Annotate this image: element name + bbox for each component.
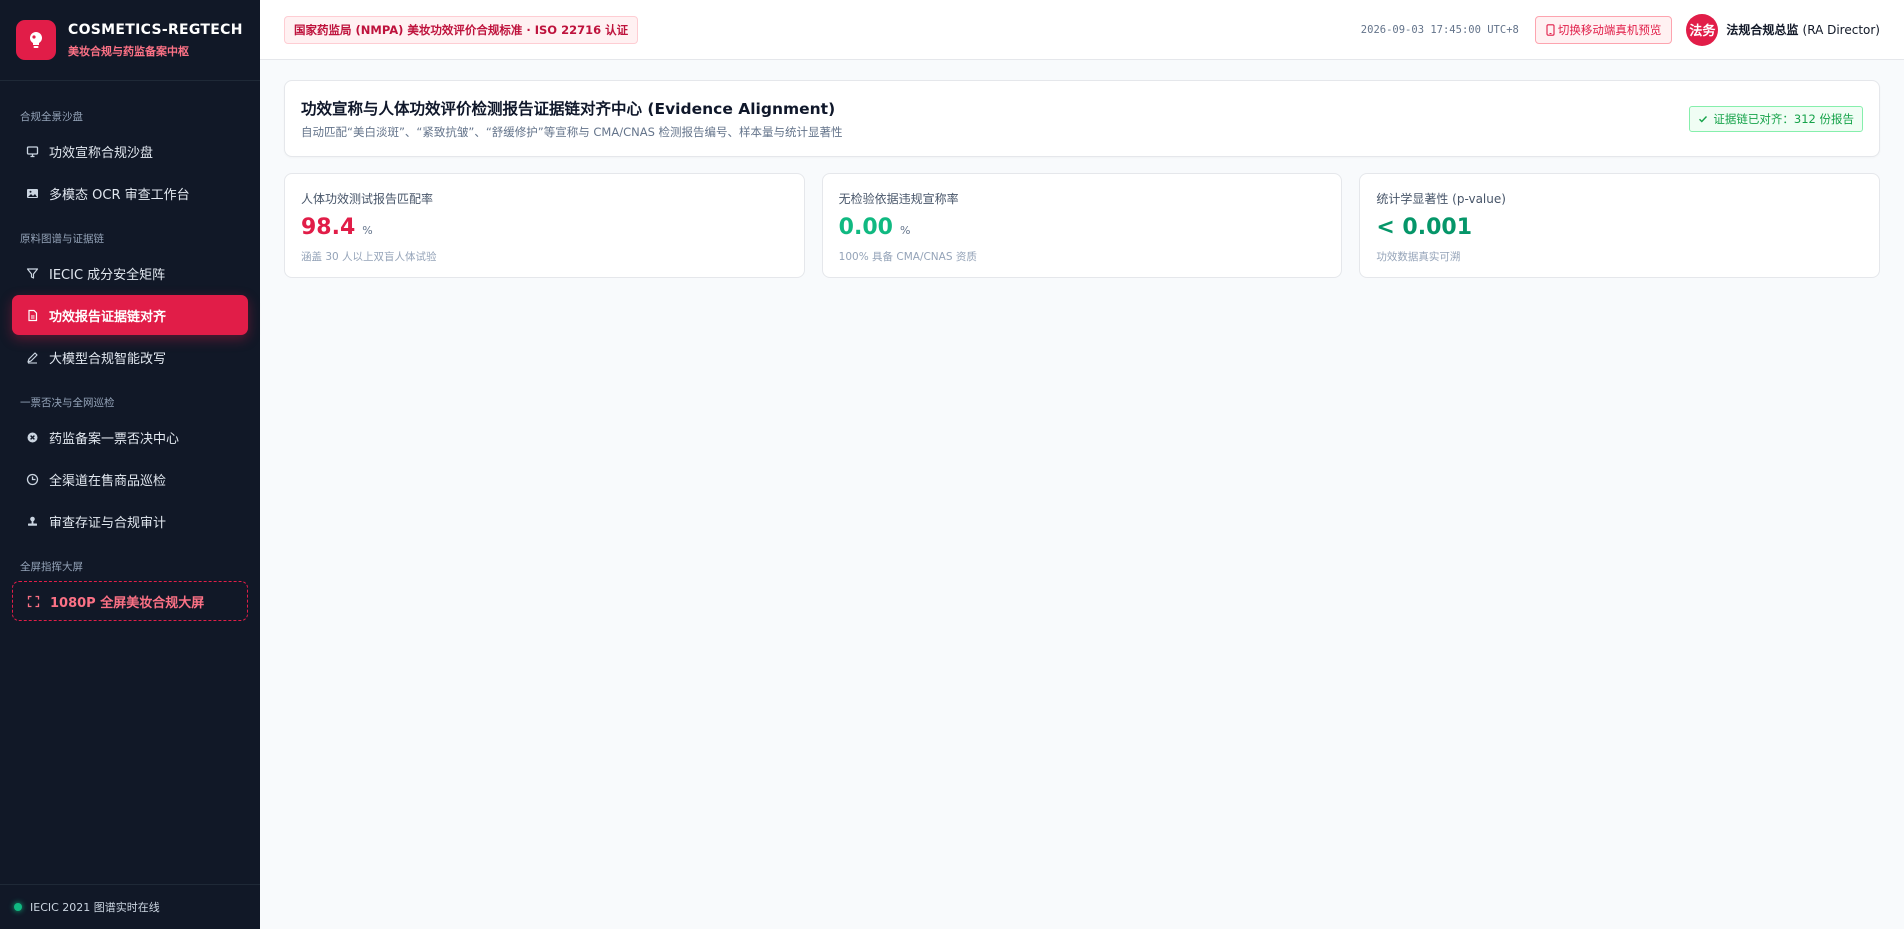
kpi-value: 0.00	[838, 215, 893, 240]
fullscreen-icon	[26, 594, 40, 608]
kpi-card-p-value: 统计学显著性 (p-value) < 0.001 功效数据真实可溯	[1359, 173, 1881, 278]
sidebar-item-claim-sandbox[interactable]: 功效宣称合规沙盘	[12, 131, 248, 171]
sidebar-item-label: 功效宣称合规沙盘	[49, 145, 154, 161]
page-title: 功效宣称与人体功效评价检测报告证据链对齐中心 (Evidence Alignme…	[301, 100, 836, 118]
sidebar-item-label: 全渠道在售商品巡检	[49, 473, 167, 489]
sidebar-item-channel-patrol[interactable]: 全渠道在售商品巡检	[12, 459, 248, 499]
sidebar-item-label: 1080P 全屏美妆合规大屏	[50, 595, 205, 611]
top-header: 国家药监局 (NMPA) 美妆功效评价合规标准 · ISO 22716 认证 2…	[260, 0, 1904, 60]
user-name[interactable]: 法规合规总监 (RA Director)	[1726, 21, 1880, 38]
sidebar-item-llm-rewrite[interactable]: 大模型合规智能改写	[12, 337, 248, 377]
sidebar-item-audit[interactable]: 审查存证与合规审计	[12, 501, 248, 541]
sidebar-item-label: 功效报告证据链对齐	[49, 309, 167, 325]
x-circle-icon	[25, 430, 39, 444]
sidebar-item-label: IECIC 成分安全矩阵	[49, 267, 166, 283]
sidebar-item-ocr-workbench[interactable]: 多模态 OCR 审查工作台	[12, 173, 248, 213]
cert-badge: 国家药监局 (NMPA) 美妆功效评价合规标准 · ISO 22716 认证	[284, 15, 639, 44]
status-badge: 证据链已对齐：312 份报告	[1689, 105, 1863, 132]
kpi-value: 98.4	[301, 215, 356, 240]
page-subtitle: 自动匹配“美白淡斑”、“紧致抗皱”、“舒缓修护”等宣称与 CMA/CNAS 检测…	[301, 125, 843, 139]
sidebar-item-iecic-matrix[interactable]: IECIC 成分安全矩阵	[12, 253, 248, 293]
pen-icon	[25, 350, 39, 364]
nav-section-title: 合规全景沙盘	[20, 111, 83, 123]
sidebar-item-label: 药监备案一票否决中心	[49, 431, 180, 447]
image-icon	[25, 186, 39, 200]
sidebar-item-fullscreen-dashboard[interactable]: 1080P 全屏美妆合规大屏	[12, 581, 248, 621]
kpi-note: 100% 具备 CMA/CNAS 资质	[838, 251, 977, 263]
online-status-icon	[14, 903, 22, 911]
sidebar-item-evidence-alignment[interactable]: 功效报告证据链对齐	[12, 295, 248, 335]
brand-logo-icon	[16, 20, 56, 60]
kpi-note: 涵盖 30 人以上双盲人体试验	[301, 251, 437, 263]
kpi-label: 人体功效测试报告匹配率	[301, 192, 434, 206]
nav-section-title: 全屏指挥大屏	[20, 561, 83, 573]
brand-subtitle: 美妆合规与药监备案中枢	[68, 44, 189, 58]
sidebar-item-label: 审查存证与合规审计	[49, 515, 167, 531]
user-role: (RA Director)	[1802, 23, 1880, 37]
avatar[interactable]: 法务	[1686, 13, 1719, 46]
evidence-alignment-panel: 功效宣称与人体功效评价检测报告证据链对齐中心 (Evidence Alignme…	[284, 80, 1880, 157]
sidebar-item-label: 多模态 OCR 审查工作台	[49, 187, 190, 203]
stamp-icon	[25, 514, 39, 528]
filter-icon	[25, 266, 39, 280]
main-content: 功效宣称与人体功效评价检测报告证据链对齐中心 (Evidence Alignme…	[284, 80, 1881, 278]
nav-section-title: 一票否决与全网巡检	[20, 397, 115, 409]
kpi-value: < 0.001	[1376, 215, 1473, 240]
brand-name: COSMETICS-REGTECH	[68, 21, 243, 38]
clock-icon	[25, 472, 39, 486]
kpi-unit: %	[899, 224, 911, 237]
check-icon	[1698, 114, 1708, 124]
brand-header[interactable]: COSMETICS-REGTECH 美妆合规与药监备案中枢	[0, 0, 260, 81]
kpi-note: 功效数据真实可溯	[1376, 251, 1461, 263]
sidebar-nav: 合规全景沙盘 功效宣称合规沙盘 多模态 OCR 审查工作台 原料图谱与证据链 I…	[0, 81, 260, 621]
kpi-label: 无检验依据违规宣称率	[838, 192, 959, 206]
status-text: IECIC 2021 图谱实时在线	[30, 901, 160, 914]
kpi-unit: %	[362, 224, 373, 237]
kpi-card-match-rate: 人体功效测试报告匹配率 98.4 % 涵盖 30 人以上双盲人体试验	[284, 173, 805, 278]
kpi-cards: 人体功效测试报告匹配率 98.4 % 涵盖 30 人以上双盲人体试验 无检验依据…	[284, 173, 1881, 278]
document-icon	[25, 308, 39, 322]
clock: 2026-09-03 17:45:00 UTC+8	[1360, 23, 1519, 36]
phone-icon	[1546, 23, 1555, 36]
kpi-label: 统计学显著性 (p-value)	[1376, 192, 1506, 206]
sidebar-item-veto-center[interactable]: 药监备案一票否决中心	[12, 417, 248, 457]
mobile-preview-label: 切换移动端真机预览	[1557, 24, 1662, 37]
sidebar-footer: IECIC 2021 图谱实时在线	[0, 884, 260, 929]
user-title: 法规合规总监	[1726, 23, 1799, 37]
nav-section-title: 原料图谱与证据链	[20, 233, 104, 245]
monitor-icon	[25, 144, 39, 158]
mobile-preview-button[interactable]: 切换移动端真机预览	[1534, 15, 1673, 44]
kpi-card-violation-rate: 无检验依据违规宣称率 0.00 % 100% 具备 CMA/CNAS 资质	[821, 173, 1343, 278]
sidebar: COSMETICS-REGTECH 美妆合规与药监备案中枢 合规全景沙盘 功效宣…	[0, 0, 260, 929]
sidebar-item-label: 大模型合规智能改写	[49, 351, 167, 367]
status-badge-label: 证据链已对齐：312 份报告	[1713, 111, 1854, 126]
